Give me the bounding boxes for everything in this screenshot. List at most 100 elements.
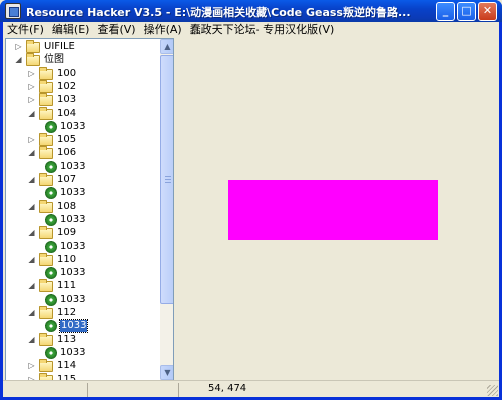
tree-node[interactable]: ◢ 109 xyxy=(6,226,158,240)
tree-node[interactable]: ▷ 114 xyxy=(6,359,158,373)
collapse-arrow-icon[interactable]: ◢ xyxy=(27,308,36,317)
close-button[interactable]: ✕ xyxy=(478,2,497,21)
tree-node[interactable]: 1033 xyxy=(6,267,158,280)
maximize-button[interactable]: □ xyxy=(457,2,476,21)
tree-node-label[interactable]: 111 xyxy=(57,280,76,292)
collapse-arrow-icon[interactable]: ◢ xyxy=(27,148,36,157)
tree-node[interactable]: ◢ 112 xyxy=(6,306,158,320)
tree-node-label[interactable]: 1033 xyxy=(58,319,89,334)
collapse-arrow-icon[interactable]: ◢ xyxy=(27,228,36,237)
bitmap-preview-image xyxy=(228,180,438,240)
expand-arrow-icon[interactable]: ▷ xyxy=(27,69,36,78)
folder-icon xyxy=(39,133,53,147)
tree-node-label[interactable]: 104 xyxy=(57,108,76,120)
resource-tree[interactable]: ▷ UIFILE ◢ 位图 ▷ 100 ▷ 102 ▷ 103 ◢ 104 1033 ▷ 105 ◢ 106 10… xyxy=(5,38,174,381)
tree-node-label[interactable]: 103 xyxy=(57,94,76,106)
tree-node[interactable]: ◢ 110 xyxy=(6,252,158,267)
open-folder-icon xyxy=(26,53,40,67)
tree-node[interactable]: ◢ 104 xyxy=(6,106,158,121)
collapse-arrow-icon[interactable]: ◢ xyxy=(27,175,36,184)
tree-node-label[interactable]: 112 xyxy=(57,307,76,319)
expand-arrow-icon[interactable]: ▷ xyxy=(27,95,36,104)
tree-node[interactable]: ▷ UIFILE xyxy=(6,40,158,54)
expand-arrow-icon[interactable]: ▷ xyxy=(27,361,36,370)
minimize-button[interactable]: _ xyxy=(436,2,455,21)
tree-node[interactable]: ▷ 102 xyxy=(6,79,158,94)
scroll-up-button[interactable]: ▲ xyxy=(160,39,173,54)
menu-forum[interactable]: 蠢政天下论坛- 专用汉化版(V) xyxy=(186,22,339,38)
menu-file[interactable]: 文件(F) xyxy=(3,22,48,38)
tree-node[interactable]: 1033 xyxy=(6,120,158,134)
tree-node-label[interactable]: 105 xyxy=(57,134,76,146)
tree-node-label[interactable]: 1033 xyxy=(60,267,85,279)
tree-node-label[interactable]: 113 xyxy=(57,334,76,346)
tree-node[interactable]: ◢ 108 xyxy=(6,199,158,214)
tree-node-label[interactable]: 110 xyxy=(57,254,76,266)
open-folder-icon xyxy=(39,146,53,160)
resource-gear-icon xyxy=(45,293,57,306)
tree-node-label[interactable]: 1033 xyxy=(60,187,85,199)
expand-arrow-icon[interactable]: ▷ xyxy=(27,82,36,91)
tree-node[interactable]: ▷ 103 xyxy=(6,93,158,107)
tree-node-label[interactable]: 1033 xyxy=(60,161,85,173)
tree-node-label[interactable]: 114 xyxy=(57,360,76,372)
tree-node-label[interactable]: UIFILE xyxy=(44,41,75,53)
status-divider xyxy=(178,383,179,397)
tree-node-label[interactable]: 1033 xyxy=(60,347,85,359)
open-folder-icon xyxy=(39,106,53,120)
open-folder-icon xyxy=(39,199,53,213)
collapse-arrow-icon[interactable]: ◢ xyxy=(27,281,36,290)
tree-node-label[interactable]: 100 xyxy=(57,68,76,80)
status-bar: 54, 474 xyxy=(3,380,499,397)
collapse-arrow-icon[interactable]: ◢ xyxy=(27,335,36,344)
window-title: Resource Hacker V3.5 - E:\动漫画相关收藏\Code G… xyxy=(26,6,411,19)
tree-node-label[interactable]: 106 xyxy=(57,147,76,159)
tree-node[interactable]: ◢ 位图 xyxy=(6,53,158,67)
expand-arrow-icon[interactable]: ▷ xyxy=(27,135,36,144)
resource-gear-icon xyxy=(45,346,57,359)
tree-node-label[interactable]: 102 xyxy=(57,81,76,93)
collapse-arrow-icon[interactable]: ◢ xyxy=(27,255,36,264)
resource-gear-icon xyxy=(45,213,57,226)
tree-node[interactable]: ◢ 113 xyxy=(6,332,158,347)
resize-grip-icon[interactable] xyxy=(487,385,498,396)
tree-node[interactable]: 1033 xyxy=(6,319,158,334)
tree-node[interactable]: 1033 xyxy=(6,213,158,227)
vertical-scrollbar[interactable]: ▲ ▼ xyxy=(160,39,173,380)
scroll-thumb[interactable] xyxy=(160,55,173,304)
scroll-down-button[interactable]: ▼ xyxy=(160,365,173,380)
expand-arrow-icon[interactable]: ▷ xyxy=(14,42,23,51)
tree-node-label[interactable]: 1033 xyxy=(60,294,85,306)
menu-action[interactable]: 操作(A) xyxy=(140,22,186,38)
menu-view[interactable]: 查看(V) xyxy=(93,22,139,38)
resource-gear-icon xyxy=(45,267,57,280)
tree-node[interactable]: ▷ 100 xyxy=(6,66,158,81)
tree-node-label[interactable]: 位图 xyxy=(44,54,64,66)
tree-node-label[interactable]: 1033 xyxy=(60,241,85,253)
tree-node[interactable]: ◢ 106 xyxy=(6,146,158,160)
tree-node[interactable]: ◢ 111 xyxy=(6,279,158,293)
tree-node[interactable]: 1033 xyxy=(6,187,158,200)
collapse-arrow-icon[interactable]: ◢ xyxy=(27,109,36,118)
title-bar[interactable]: Resource Hacker V3.5 - E:\动漫画相关收藏\Code G… xyxy=(0,0,502,22)
resource-gear-icon xyxy=(45,320,57,333)
tree-node-label[interactable]: 1033 xyxy=(60,121,85,133)
tree-node[interactable]: ▷ 105 xyxy=(6,133,158,147)
tree-node[interactable]: 1033 xyxy=(6,346,158,360)
collapse-arrow-icon[interactable]: ◢ xyxy=(14,55,23,64)
client-area: ▷ UIFILE ◢ 位图 ▷ 100 ▷ 102 ▷ 103 ◢ 104 1033 ▷ 105 ◢ 106 10… xyxy=(3,38,499,381)
tree-node[interactable]: 1033 xyxy=(6,293,158,307)
tree-node-label[interactable]: 109 xyxy=(57,227,76,239)
resource-gear-icon xyxy=(45,160,57,173)
resource-gear-icon xyxy=(45,187,57,200)
tree-node[interactable]: ◢ 107 xyxy=(6,173,158,187)
tree-node-label[interactable]: 107 xyxy=(57,174,76,186)
tree-node[interactable]: 1033 xyxy=(6,160,158,174)
tree-node-label[interactable]: 1033 xyxy=(60,214,85,226)
open-folder-icon xyxy=(39,173,53,186)
menu-edit[interactable]: 编辑(E) xyxy=(48,22,94,38)
tree-node-label[interactable]: 108 xyxy=(57,201,76,213)
tree-node[interactable]: 1033 xyxy=(6,240,158,254)
open-folder-icon xyxy=(39,252,53,266)
collapse-arrow-icon[interactable]: ◢ xyxy=(27,202,36,211)
